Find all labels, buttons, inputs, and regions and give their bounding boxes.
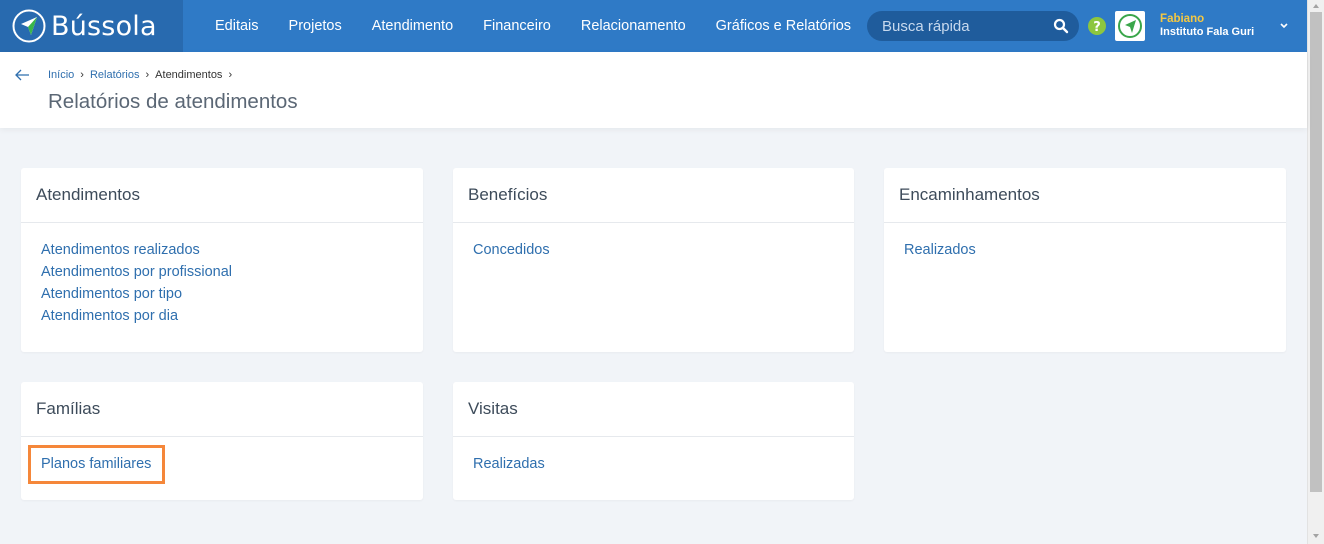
breadcrumb-atendimentos: Atendimentos	[155, 69, 223, 81]
link-concedidos[interactable]: Concedidos	[473, 239, 834, 261]
avatar[interactable]	[1115, 11, 1146, 41]
svg-text:?: ?	[1093, 20, 1101, 35]
nav-projetos[interactable]: Projetos	[274, 18, 357, 34]
card-title: Benefícios	[453, 168, 854, 223]
search-icon[interactable]	[1053, 18, 1069, 34]
breadcrumb-separator: ›	[228, 69, 233, 81]
scroll-up-icon[interactable]	[1312, 2, 1320, 10]
scrollbar[interactable]	[1307, 0, 1324, 544]
card-links: Realizadas	[453, 437, 854, 491]
scroll-thumb[interactable]	[1310, 12, 1322, 492]
breadcrumb: Início › Relatórios › Atendimentos ›	[48, 69, 238, 81]
breadcrumb-relatorios[interactable]: Relatórios	[90, 69, 140, 81]
card-links: Planos familiares	[21, 437, 423, 491]
user-org: Instituto Fala Guri	[1160, 26, 1255, 38]
user-name: Fabiano	[1160, 13, 1205, 25]
highlight-box	[28, 445, 165, 484]
page-header: Início › Relatórios › Atendimentos › Rel…	[0, 52, 1307, 128]
nav-graficos-relatorios[interactable]: Gráficos e Relatórios	[701, 18, 866, 34]
link-atendimentos-realizados[interactable]: Atendimentos realizados	[41, 239, 403, 261]
card-atendimentos: Atendimentos Atendimentos realizados Ate…	[21, 168, 423, 352]
card-links: Atendimentos realizados Atendimentos por…	[21, 223, 423, 343]
card-title: Famílias	[21, 382, 423, 437]
card-visitas: Visitas Realizadas	[453, 382, 854, 500]
brand[interactable]: Bússola	[0, 0, 183, 52]
help-icon[interactable]: ?	[1088, 17, 1107, 35]
card-links: Realizados	[884, 223, 1286, 277]
nav-atendimento[interactable]: Atendimento	[357, 18, 468, 34]
card-links: Concedidos	[453, 223, 854, 277]
page-title: Relatórios de atendimentos	[48, 90, 298, 113]
search-box	[867, 11, 1080, 41]
breadcrumb-separator: ›	[145, 69, 150, 81]
main-menu: Editais Projetos Atendimento Financeiro …	[200, 0, 866, 52]
chevron-down-icon[interactable]	[1279, 21, 1289, 31]
nav-editais[interactable]: Editais	[200, 18, 274, 34]
org-logo-icon	[1118, 14, 1143, 38]
link-atendimentos-por-profissional[interactable]: Atendimentos por profissional	[41, 261, 403, 283]
card-familias: Famílias Planos familiares	[21, 382, 423, 500]
card-beneficios: Benefícios Concedidos	[453, 168, 854, 352]
link-encaminhamentos-realizados[interactable]: Realizados	[904, 239, 1266, 261]
card-encaminhamentos: Encaminhamentos Realizados	[884, 168, 1286, 352]
link-visitas-realizadas[interactable]: Realizadas	[473, 453, 834, 475]
nav-financeiro[interactable]: Financeiro	[468, 18, 566, 34]
compass-icon	[12, 9, 46, 43]
card-title: Atendimentos	[21, 168, 423, 223]
user-menu[interactable]: Fabiano Instituto Fala Guri	[1160, 13, 1254, 39]
link-atendimentos-por-tipo[interactable]: Atendimentos por tipo	[41, 283, 403, 305]
card-title: Visitas	[453, 382, 854, 437]
nav-relacionamento[interactable]: Relacionamento	[566, 18, 701, 34]
breadcrumb-separator: ›	[80, 69, 84, 81]
scroll-down-icon[interactable]	[1312, 532, 1320, 540]
search-input[interactable]	[882, 17, 1054, 35]
brand-name: Bússola	[51, 10, 157, 42]
back-arrow-icon[interactable]	[14, 68, 30, 82]
breadcrumb-inicio[interactable]: Início	[48, 69, 74, 81]
link-atendimentos-por-dia[interactable]: Atendimentos por dia	[41, 305, 403, 327]
top-navbar: Bússola Editais Projetos Atendimento Fin…	[0, 0, 1307, 52]
card-title: Encaminhamentos	[884, 168, 1286, 223]
